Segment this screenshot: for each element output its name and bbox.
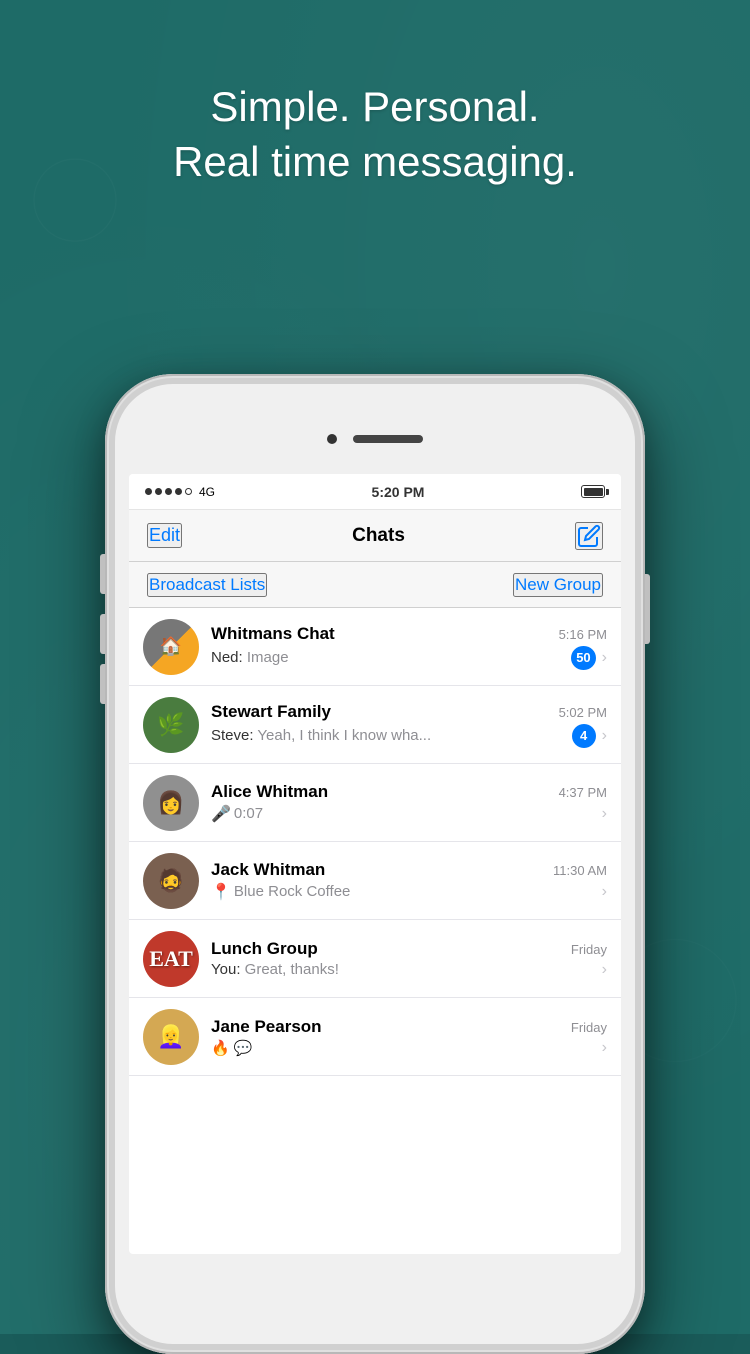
chat-preview-stewart: Steve: Yeah, I think I know wha... 4 › xyxy=(211,724,607,748)
chevron-jack: › xyxy=(602,883,607,901)
chat-name-jane: Jane Pearson xyxy=(211,1017,322,1037)
status-signal: 4G xyxy=(145,485,215,499)
chat-name-whitmans: Whitmans Chat xyxy=(211,624,335,644)
signal-dot-1 xyxy=(145,488,152,495)
chevron-lunch: › xyxy=(602,961,607,979)
chat-preview-text-lunch: You: Great, thanks! xyxy=(211,961,596,978)
chat-header-jane: Jane Pearson Friday xyxy=(211,1017,607,1037)
chat-item-jack[interactable]: 🧔 Jack Whitman 11:30 AM 📍 Blue Rock Coff… xyxy=(129,842,621,920)
chat-preview-whitmans: Ned: Image 50 › xyxy=(211,646,607,670)
chat-list: 🏠 Whitmans Chat 5:16 PM Ned: Image xyxy=(129,608,621,1076)
broadcast-lists-button[interactable]: Broadcast Lists xyxy=(147,573,267,597)
badge-stewart: 4 xyxy=(572,724,596,748)
phone-body: 4G 5:20 PM Edit Chats xyxy=(105,374,645,1354)
avatar-jane: 👱‍♀️ xyxy=(143,1009,199,1065)
chat-header-alice: Alice Whitman 4:37 PM xyxy=(211,782,607,802)
chat-content-jack: Jack Whitman 11:30 AM 📍 Blue Rock Coffee… xyxy=(211,860,607,902)
microphone-icon: 🎤 xyxy=(211,804,231,824)
nav-bar: Edit Chats xyxy=(129,510,621,562)
chat-item-lunch[interactable]: EAT Lunch Group Friday You: Great, thank… xyxy=(129,920,621,998)
location-icon: 📍 xyxy=(211,882,231,902)
tagline-line2: Real time messaging. xyxy=(0,135,750,190)
tagline: Simple. Personal. Real time messaging. xyxy=(0,80,750,189)
chevron-alice: › xyxy=(602,805,607,823)
avatar-lunch: EAT xyxy=(143,931,199,987)
phone-inner: 4G 5:20 PM Edit Chats xyxy=(115,384,635,1344)
chat-time-stewart: 5:02 PM xyxy=(559,705,607,720)
signal-dot-5 xyxy=(185,488,192,495)
chat-preview-text-alice: 0:07 xyxy=(234,805,596,822)
battery-fill xyxy=(584,488,603,496)
status-battery xyxy=(581,485,605,498)
signal-dot-2 xyxy=(155,488,162,495)
status-bar: 4G 5:20 PM xyxy=(129,474,621,510)
chat-content-alice: Alice Whitman 4:37 PM 🎤 0:07 › xyxy=(211,782,607,824)
chevron-jane: › xyxy=(602,1039,607,1057)
chat-name-lunch: Lunch Group xyxy=(211,939,318,959)
location-preview-jack: 📍 Blue Rock Coffee xyxy=(211,882,596,902)
avatar-jack: 🧔 xyxy=(143,853,199,909)
chat-preview-text-stewart: Steve: Yeah, I think I know wha... xyxy=(211,727,566,744)
chat-preview-text-jack: Blue Rock Coffee xyxy=(234,883,596,900)
page-title: Chats xyxy=(352,525,405,547)
chat-content-whitmans: Whitmans Chat 5:16 PM Ned: Image 50 › xyxy=(211,624,607,670)
chat-item-jane[interactable]: 👱‍♀️ Jane Pearson Friday 🔥 💬 › xyxy=(129,998,621,1076)
compose-icon xyxy=(577,524,601,548)
chat-preview-lunch: You: Great, thanks! › xyxy=(211,961,607,979)
chat-content-lunch: Lunch Group Friday You: Great, thanks! › xyxy=(211,939,607,979)
chat-content-jane: Jane Pearson Friday 🔥 💬 › xyxy=(211,1017,607,1057)
chat-header-jack: Jack Whitman 11:30 AM xyxy=(211,860,607,880)
action-bar: Broadcast Lists New Group xyxy=(129,562,621,608)
status-time: 5:20 PM xyxy=(372,484,425,500)
chat-header-lunch: Lunch Group Friday xyxy=(211,939,607,959)
chat-item-alice[interactable]: 👩 Alice Whitman 4:37 PM 🎤 0:07 xyxy=(129,764,621,842)
chat-preview-text-whitmans: Ned: Image xyxy=(211,649,565,666)
tagline-line1: Simple. Personal. xyxy=(0,80,750,135)
chat-header-stewart: Stewart Family 5:02 PM xyxy=(211,702,607,722)
chat-preview-alice: 🎤 0:07 › xyxy=(211,804,607,824)
chat-item-whitmans[interactable]: 🏠 Whitmans Chat 5:16 PM Ned: Image xyxy=(129,608,621,686)
chat-content-stewart: Stewart Family 5:02 PM Steve: Yeah, I th… xyxy=(211,702,607,748)
phone-notch xyxy=(115,404,635,474)
chat-preview-jack: 📍 Blue Rock Coffee › xyxy=(211,882,607,902)
chat-name-alice: Alice Whitman xyxy=(211,782,328,802)
chevron-stewart: › xyxy=(602,727,607,745)
speaker-grille xyxy=(353,435,423,443)
signal-dot-3 xyxy=(165,488,172,495)
compose-button[interactable] xyxy=(575,522,603,550)
chat-name-jack: Jack Whitman xyxy=(211,860,325,880)
badge-whitmans: 50 xyxy=(571,646,595,670)
battery-icon xyxy=(581,485,605,498)
chat-time-alice: 4:37 PM xyxy=(559,785,607,800)
chat-time-whitmans: 5:16 PM xyxy=(559,627,607,642)
avatar-alice: 👩 xyxy=(143,775,199,831)
screen: 4G 5:20 PM Edit Chats xyxy=(129,474,621,1254)
chat-time-jane: Friday xyxy=(571,1020,607,1035)
camera-area xyxy=(327,434,423,444)
chat-preview-text-jane: 🔥 💬 xyxy=(211,1039,596,1057)
chevron-whitmans: › xyxy=(602,649,607,667)
phone-frame: 4G 5:20 PM Edit Chats xyxy=(105,374,645,1354)
chat-name-stewart: Stewart Family xyxy=(211,702,331,722)
chat-header-whitmans: Whitmans Chat 5:16 PM xyxy=(211,624,607,644)
edit-button[interactable]: Edit xyxy=(147,523,182,548)
chat-time-lunch: Friday xyxy=(571,942,607,957)
carrier-label: 4G xyxy=(199,485,215,499)
chat-item-stewart[interactable]: 🌿 Stewart Family 5:02 PM Steve: Yeah, I … xyxy=(129,686,621,764)
front-camera xyxy=(327,434,337,444)
avatar-stewart: 🌿 xyxy=(143,697,199,753)
avatar-whitmans: 🏠 xyxy=(143,619,199,675)
voice-preview-alice: 🎤 0:07 xyxy=(211,804,596,824)
signal-dot-4 xyxy=(175,488,182,495)
chat-time-jack: 11:30 AM xyxy=(553,863,607,878)
chat-preview-jane: 🔥 💬 › xyxy=(211,1039,607,1057)
new-group-button[interactable]: New Group xyxy=(513,573,603,597)
